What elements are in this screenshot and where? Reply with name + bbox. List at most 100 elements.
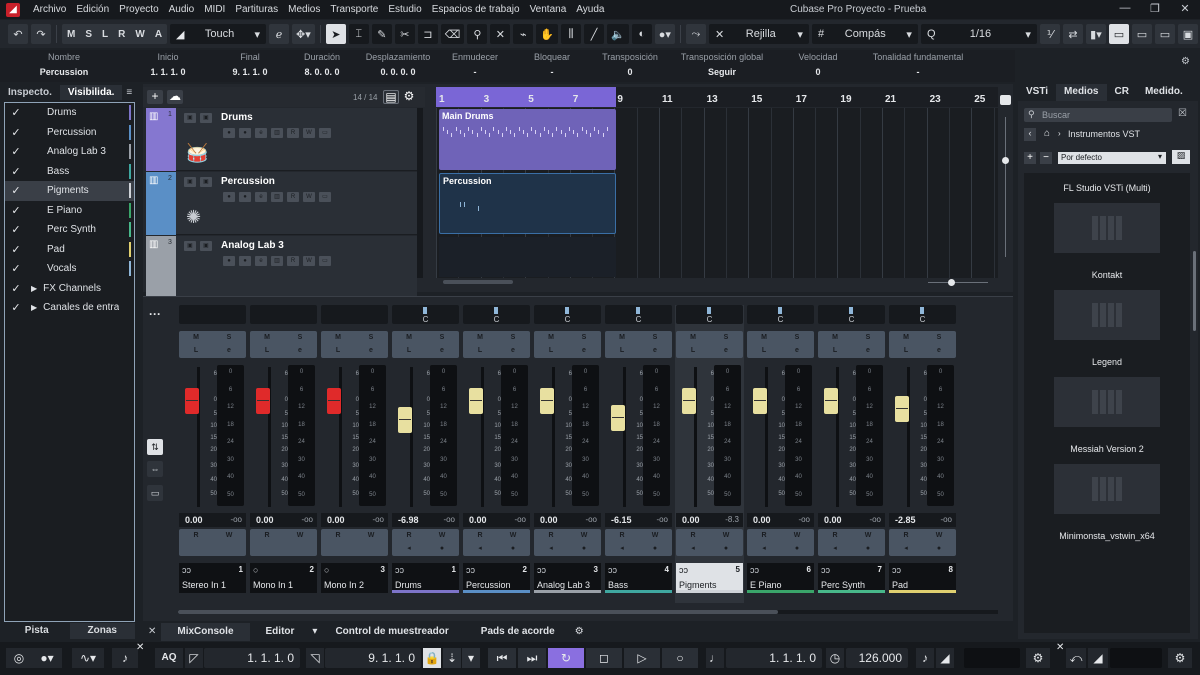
output-settings-icon[interactable]: ⚙ (1168, 648, 1192, 668)
record-enable-icon[interactable]: ● (710, 543, 742, 555)
track-name[interactable]: Percussion (221, 176, 275, 187)
solo-button[interactable]: S (639, 332, 671, 344)
edit-channel-button[interactable]: e (497, 345, 529, 357)
settings-icon[interactable]: ⚙ (571, 623, 588, 641)
mute-button[interactable]: M (393, 332, 425, 344)
color-tool-icon[interactable]: ◐ (631, 24, 652, 44)
visibility-item[interactable]: ✓ Perc Synth (5, 220, 134, 240)
midi-event[interactable]: Main Drums (439, 109, 616, 170)
go-to-right-locator-icon[interactable]: ◹ (306, 648, 324, 668)
write-automation-button[interactable]: W (355, 530, 387, 542)
chevron-down-icon[interactable]: ▾ (310, 623, 319, 641)
visibility-item[interactable]: ✓ E Piano (5, 201, 134, 221)
monitor-icon[interactable]: ◂ (606, 543, 638, 555)
visibility-item[interactable]: ✓ Pad (5, 240, 134, 260)
read-icon[interactable]: R (287, 128, 299, 138)
channel-strip[interactable]: C M S Le 6 0 5 10 15 20 30 40 50 0 6 12 18 24 30 40 50 0.00 -o… (462, 305, 531, 603)
tab-track[interactable]: Pista (4, 623, 70, 639)
solo-button[interactable]: S (355, 332, 387, 344)
peak-value[interactable]: -oo (372, 515, 384, 524)
remove-icon[interactable]: − (1040, 152, 1052, 164)
quantize-settings-icon[interactable]: ⇄ (1062, 24, 1083, 44)
hand-tool-icon[interactable]: ✋ (536, 24, 559, 44)
solo-button[interactable]: S (710, 332, 742, 344)
lane-icon[interactable]: ▭ (319, 128, 331, 138)
record-enable-icon[interactable]: ● (239, 192, 251, 202)
lock-icon[interactable]: 🔒 (423, 648, 441, 668)
listen-button[interactable]: L (322, 345, 354, 357)
menu-item[interactable]: Transporte (325, 4, 383, 15)
state-button[interactable]: L (97, 29, 113, 40)
visibility-item[interactable]: ✓ Pigments (5, 181, 134, 201)
pan-control[interactable]: C (676, 305, 743, 324)
position-field[interactable]: 1. 1. 1. 0 (726, 648, 822, 668)
write-automation-button[interactable]: W (710, 530, 742, 542)
check-icon[interactable]: ✓ (5, 165, 27, 178)
go-to-left-locator-icon[interactable]: ◸ (185, 648, 203, 668)
volume-fader[interactable]: 6 0 5 10 15 20 30 40 50 (609, 367, 643, 507)
tab-meter[interactable]: Medido. (1137, 84, 1191, 101)
volume-value[interactable]: -6.98 (398, 515, 419, 525)
volume-value[interactable]: 0.00 (540, 515, 558, 525)
record-mode-icon[interactable]: ●▾ (32, 648, 62, 668)
zoom-menu-icon[interactable] (1000, 95, 1011, 105)
quantize-select[interactable]: Q 1/16 ▾ (920, 24, 1037, 44)
layout-right-icon[interactable]: ▭ (1154, 24, 1175, 44)
plugin-item[interactable]: Legend (1024, 357, 1190, 427)
maximize-button[interactable]: ❐ (1140, 2, 1170, 17)
glue-tool-icon[interactable]: ⊐ (417, 24, 438, 44)
event-display[interactable]: Main Drums Percussion (436, 108, 998, 278)
write-automation-button[interactable]: W (284, 530, 316, 542)
listen-button[interactable]: L (890, 345, 922, 357)
vertical-zoom[interactable] (998, 87, 1013, 287)
read-icon[interactable]: R (287, 192, 299, 202)
add-icon[interactable]: + (1024, 152, 1036, 164)
volume-fader[interactable]: 6 0 5 10 15 20 30 40 50 (467, 367, 501, 507)
pan-control[interactable]: C (818, 305, 885, 324)
lane-icon[interactable]: ▭ (319, 192, 331, 202)
tab-inspector[interactable]: Inspecto. (0, 85, 60, 100)
state-button[interactable]: R (113, 29, 130, 40)
monitor-icon[interactable]: ◂ (393, 543, 425, 555)
menu-item[interactable]: Audio (164, 4, 200, 15)
read-automation-button[interactable]: R (251, 530, 283, 542)
automation-mode-select[interactable]: ◢ Touch ▾ (170, 24, 267, 44)
listen-button[interactable]: L (180, 345, 212, 357)
menu-item[interactable]: MIDI (199, 4, 230, 15)
left-locator-field[interactable]: 1. 1. 1. 0 (204, 648, 300, 668)
mute-button[interactable]: ▣ (184, 113, 196, 123)
mute-button[interactable]: M (748, 332, 780, 344)
state-button[interactable]: W (130, 29, 149, 40)
pan-control[interactable]: C (392, 305, 459, 324)
right-locator-field[interactable]: 9. 1. 1. 0 (325, 648, 421, 668)
channel-name-label[interactable]: ○ 3 Mono In 2 (321, 563, 388, 593)
solo-button[interactable]: S (923, 332, 955, 344)
add-track-icon[interactable]: + (147, 90, 163, 104)
monitor-icon[interactable]: ◂ (535, 543, 567, 555)
check-icon[interactable]: ✓ (5, 282, 27, 295)
check-icon[interactable]: ✓ (5, 301, 27, 314)
expand-arrow-icon[interactable]: ▶ (31, 284, 37, 293)
check-icon[interactable]: ✓ (5, 262, 27, 275)
track-view-icon[interactable]: ▤ (383, 90, 399, 104)
state-button[interactable]: A (150, 29, 167, 40)
fader-handle[interactable] (753, 388, 767, 414)
line-tool-icon[interactable]: ╱ (584, 24, 605, 44)
metronome-icon[interactable]: ♪ (112, 648, 138, 668)
read-automation-button[interactable]: R (464, 530, 496, 542)
info-line-settings-icon[interactable]: ⚙ (1181, 56, 1190, 67)
fader-handle[interactable] (682, 388, 696, 414)
mixer-scroll-thumb[interactable] (178, 610, 778, 614)
read-automation-button[interactable]: R (180, 530, 212, 542)
visibility-item[interactable]: ✓ Vocals (5, 259, 134, 279)
menu-item[interactable]: Espacios de trabajo (427, 4, 525, 15)
mute-tool-icon[interactable]: ✕ (490, 24, 511, 44)
peak-value[interactable]: -oo (869, 515, 881, 524)
edit-icon[interactable]: e (255, 128, 267, 138)
state-button[interactable]: M (62, 29, 80, 40)
visibility-item[interactable]: ✓ Percussion (5, 123, 134, 143)
peak-value[interactable]: -oo (585, 515, 597, 524)
edit-channel-button[interactable]: e (284, 345, 316, 357)
browser-path[interactable]: Instrumentos VST (1068, 129, 1140, 139)
mute-button[interactable]: M (251, 332, 283, 344)
